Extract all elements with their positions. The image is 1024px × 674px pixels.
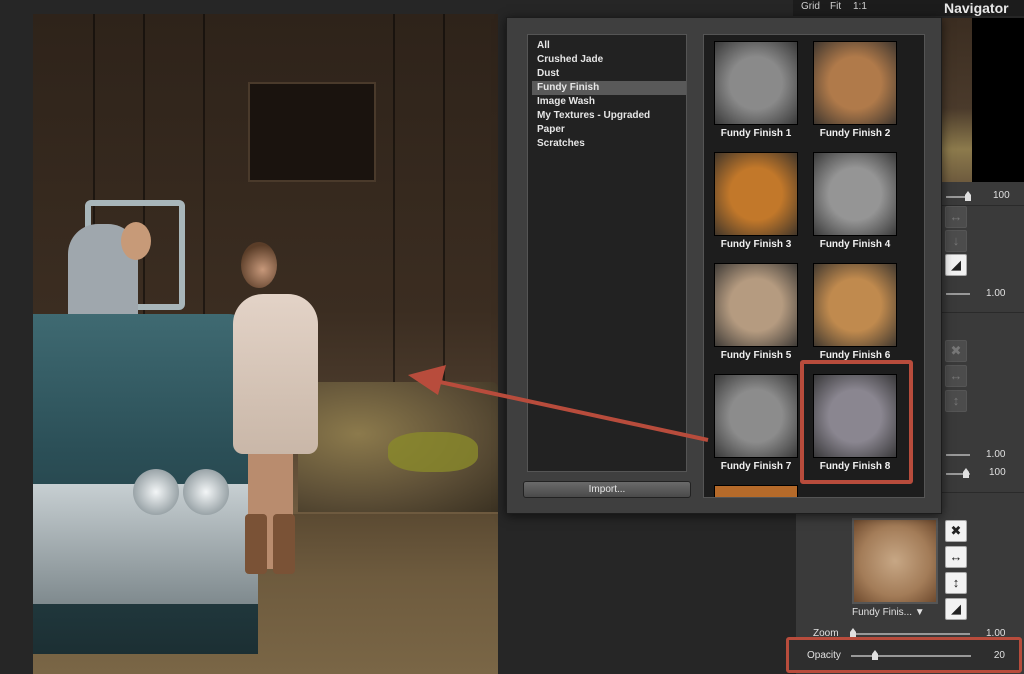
grid-link[interactable]: Grid bbox=[801, 1, 820, 12]
swap-horizontal-icon[interactable]: ↔ bbox=[945, 365, 967, 387]
swap-horizontal-icon[interactable]: ↔ bbox=[945, 206, 967, 228]
texture-label: Fundy Finish 4 bbox=[819, 239, 891, 250]
opacity-slider[interactable] bbox=[851, 655, 971, 657]
texture-tile[interactable] bbox=[813, 152, 897, 236]
opacity-label: Opacity bbox=[807, 650, 841, 661]
opacity-knob[interactable] bbox=[872, 650, 878, 660]
moss bbox=[388, 432, 478, 472]
navigator-thumbnail[interactable] bbox=[940, 18, 972, 182]
texture-label: Fundy Finish 3 bbox=[720, 239, 792, 250]
category-list: All Crushed Jade Dust Fundy Finish Image Was… bbox=[527, 34, 687, 472]
slider-track[interactable] bbox=[946, 454, 970, 456]
category-item[interactable]: Image Wash bbox=[532, 95, 686, 109]
slider-track[interactable] bbox=[946, 293, 970, 295]
opacity-row: Opacity 20 bbox=[786, 637, 1022, 673]
texture-tile[interactable] bbox=[813, 41, 897, 125]
zoom-slider[interactable] bbox=[851, 633, 970, 635]
photo-preview bbox=[33, 14, 498, 674]
category-item[interactable]: Paper bbox=[532, 123, 686, 137]
headlight bbox=[183, 469, 229, 515]
texture-tile[interactable] bbox=[813, 263, 897, 347]
texture-tile[interactable] bbox=[714, 263, 798, 347]
barn-plank bbox=[393, 14, 395, 414]
texture-preview[interactable] bbox=[852, 518, 938, 604]
boot bbox=[245, 514, 267, 574]
value-label: 1.00 bbox=[986, 288, 1006, 299]
headlight bbox=[133, 469, 179, 515]
texture-tile[interactable] bbox=[714, 485, 798, 497]
value-label: 100 bbox=[993, 190, 1010, 201]
shuffle-icon[interactable]: ✖ bbox=[945, 520, 967, 542]
selection-highlight bbox=[800, 360, 913, 484]
barn-window bbox=[248, 82, 376, 182]
navigator-background bbox=[972, 18, 1024, 182]
swap-vertical-icon[interactable]: ↕ bbox=[945, 390, 967, 412]
texture-tile[interactable] bbox=[714, 152, 798, 236]
boot bbox=[273, 514, 295, 574]
category-item[interactable]: Crushed Jade bbox=[532, 53, 686, 67]
arrow-down-icon[interactable]: ↓ bbox=[945, 230, 967, 252]
one-to-one-link[interactable]: 1:1 bbox=[853, 1, 867, 12]
invert-icon[interactable]: ◢ bbox=[945, 598, 967, 620]
barn-plank bbox=[443, 14, 445, 414]
opacity-value: 20 bbox=[993, 650, 1005, 661]
category-item[interactable]: Scratches bbox=[532, 137, 686, 151]
texture-label: Fundy Finish 7 bbox=[720, 461, 792, 472]
import-button[interactable]: Import... bbox=[523, 481, 691, 498]
texture-tile[interactable] bbox=[714, 374, 798, 458]
texture-label: Fundy Finish 1 bbox=[720, 128, 792, 139]
man-head bbox=[121, 222, 151, 260]
gradient-icon[interactable]: ◢ bbox=[945, 254, 967, 276]
shuffle-icon[interactable]: ✖ bbox=[945, 340, 967, 362]
fit-link[interactable]: Fit bbox=[830, 1, 841, 12]
texture-label: Fundy Finish 5 bbox=[720, 350, 792, 361]
value-label: 100 bbox=[989, 467, 1006, 478]
category-item[interactable]: Fundy Finish bbox=[532, 81, 686, 95]
flip-vertical-icon[interactable]: ↕ bbox=[945, 572, 967, 594]
navigator-title: Navigator bbox=[944, 0, 1009, 16]
woman-head bbox=[241, 242, 277, 288]
category-item[interactable]: My Textures - Upgraded bbox=[532, 109, 686, 123]
category-item[interactable]: All bbox=[532, 39, 686, 53]
value-label: 1.00 bbox=[986, 449, 1006, 460]
woman-dress bbox=[233, 294, 318, 454]
category-item[interactable]: Dust bbox=[532, 67, 686, 81]
texture-selector[interactable]: Fundy Finis... ▼ bbox=[852, 607, 938, 618]
texture-tile[interactable] bbox=[714, 41, 798, 125]
flip-horizontal-icon[interactable]: ↔ bbox=[945, 546, 967, 568]
texture-label: Fundy Finish 2 bbox=[819, 128, 891, 139]
